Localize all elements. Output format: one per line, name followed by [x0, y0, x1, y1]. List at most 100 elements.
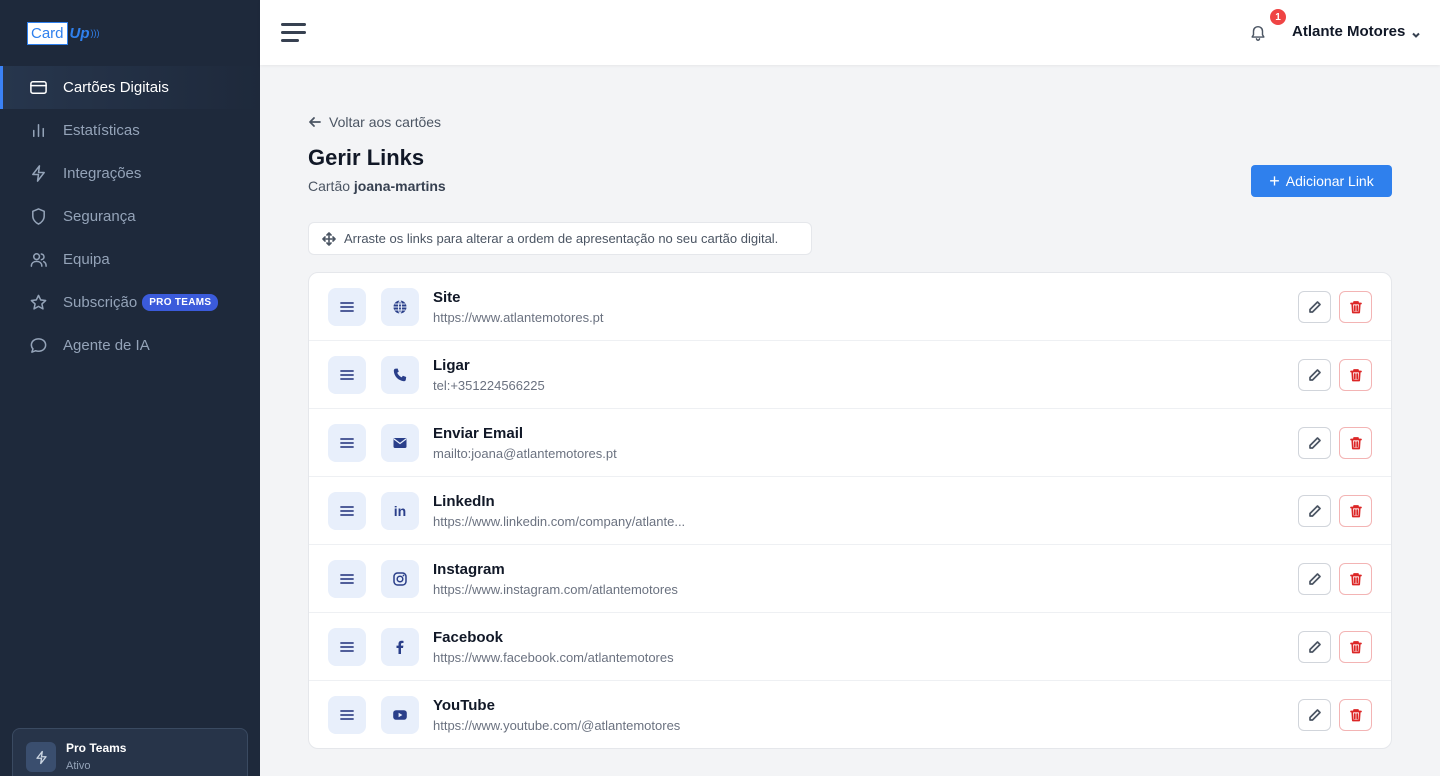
drag-handle-icon[interactable]: [328, 492, 366, 530]
edit-button[interactable]: [1298, 495, 1331, 527]
delete-button[interactable]: [1339, 699, 1372, 731]
logo-up-text: Up: [69, 24, 90, 42]
user-name: Atlante Motores: [1292, 23, 1406, 40]
sidebar: Card Up ))) Cartões Digitais Estatística…: [0, 0, 260, 776]
sidebar-item-label: Estatísticas: [63, 122, 140, 139]
user-menu[interactable]: Atlante Motores: [1292, 23, 1421, 40]
links-list: Site https://www.atlantemotores.pt Ligar…: [308, 272, 1392, 749]
sidebar-item-label: Subscrição: [63, 294, 138, 311]
link-title: YouTube: [433, 697, 495, 714]
pencil-icon: [1308, 573, 1321, 585]
facebook-icon: [381, 628, 419, 666]
logo-card-text: Card: [27, 21, 68, 45]
menu-toggle-icon[interactable]: [281, 23, 306, 42]
delete-button[interactable]: [1339, 563, 1372, 595]
drag-handle-icon[interactable]: [328, 696, 366, 734]
link-url: tel:+351224566225: [433, 378, 545, 393]
back-to-cards-link[interactable]: Voltar aos cartões: [308, 114, 441, 130]
sidebar-item-estatisticas[interactable]: Estatísticas: [0, 109, 260, 152]
drag-handle-icon[interactable]: [328, 628, 366, 666]
list-item[interactable]: YouTube https://www.youtube.com/@atlante…: [309, 681, 1391, 748]
list-item[interactable]: Facebook https://www.facebook.com/atlant…: [309, 613, 1391, 681]
drag-handle-icon[interactable]: [328, 560, 366, 598]
link-url: mailto:joana@atlantemotores.pt: [433, 446, 617, 461]
sidebar-item-equipa[interactable]: Equipa: [0, 238, 260, 281]
list-item[interactable]: Site https://www.atlantemotores.pt: [309, 273, 1391, 341]
plan-card[interactable]: Pro Teams Ativo: [12, 728, 248, 776]
card-slug: joana-martins: [353, 178, 446, 194]
edit-button[interactable]: [1298, 291, 1331, 323]
sidebar-item-label: Cartões Digitais: [63, 79, 169, 96]
page-subtitle: Cartão joana-martins: [308, 178, 446, 194]
chevron-down-icon: [1411, 27, 1421, 38]
pencil-icon: [1308, 709, 1321, 721]
sidebar-item-subscricao[interactable]: Subscrição PRO TEAMS: [0, 281, 260, 324]
list-item[interactable]: Ligar tel:+351224566225: [309, 341, 1391, 409]
plan-status: Ativo: [66, 760, 91, 772]
link-title: Facebook: [433, 629, 504, 646]
youtube-icon: [381, 696, 419, 734]
add-link-label: Adicionar Link: [1285, 173, 1374, 189]
link-url: https://www.atlantemotores.pt: [433, 310, 604, 325]
delete-button[interactable]: [1339, 495, 1372, 527]
link-title: Ligar: [433, 357, 470, 374]
trash-icon: [1349, 709, 1362, 722]
edit-button[interactable]: [1298, 359, 1331, 391]
list-item[interactable]: Enviar Email mailto:joana@atlantemotores…: [309, 409, 1391, 477]
trash-icon: [1349, 437, 1362, 450]
link-url: https://www.facebook.com/atlantemotores: [433, 650, 674, 665]
lightning-icon: [28, 164, 48, 184]
edit-button[interactable]: [1298, 699, 1331, 731]
card-icon: [28, 78, 48, 98]
chat-icon: [28, 336, 48, 356]
drag-handle-icon[interactable]: [328, 424, 366, 462]
edit-button[interactable]: [1298, 563, 1331, 595]
drag-handle-icon[interactable]: [328, 288, 366, 326]
notification-badge: 1: [1270, 9, 1286, 25]
phone-icon: [381, 356, 419, 394]
sidebar-item-agente-ia[interactable]: Agente de IA: [0, 324, 260, 367]
drag-hint-text: Arraste os links para alterar a ordem de…: [344, 231, 779, 246]
delete-button[interactable]: [1339, 631, 1372, 663]
bar-chart-icon: [28, 121, 48, 141]
subtitle-prefix: Cartão: [308, 178, 351, 194]
sidebar-item-cartoes-digitais[interactable]: Cartões Digitais: [0, 66, 260, 109]
link-title: LinkedIn: [433, 493, 495, 510]
logo-wave-icon: ))): [90, 28, 100, 38]
pencil-icon: [1308, 505, 1321, 517]
pencil-icon: [1308, 641, 1321, 653]
link-url: https://www.linkedin.com/company/atlante…: [433, 514, 686, 529]
delete-button[interactable]: [1339, 291, 1372, 323]
sidebar-item-seguranca[interactable]: Segurança: [0, 195, 260, 238]
add-link-button[interactable]: + Adicionar Link: [1251, 165, 1392, 197]
trash-icon: [1349, 641, 1362, 654]
delete-button[interactable]: [1339, 427, 1372, 459]
drag-hint: Arraste os links para alterar a ordem de…: [308, 222, 812, 255]
top-header: 1 Atlante Motores: [260, 0, 1440, 65]
move-icon: [322, 231, 336, 246]
trash-icon: [1349, 301, 1362, 314]
cardup-logo[interactable]: Card Up ))): [27, 21, 100, 45]
edit-button[interactable]: [1298, 427, 1331, 459]
link-title: Instagram: [433, 561, 505, 578]
sidebar-item-integracoes[interactable]: Integrações: [0, 152, 260, 195]
shield-icon: [28, 207, 48, 227]
edit-button[interactable]: [1298, 631, 1331, 663]
back-link-label: Voltar aos cartões: [329, 114, 442, 130]
sidebar-item-label: Agente de IA: [63, 337, 150, 354]
delete-button[interactable]: [1339, 359, 1372, 391]
link-url: https://www.instagram.com/atlantemotores: [433, 582, 678, 597]
sidebar-item-label: Integrações: [63, 165, 142, 182]
sidebar-nav: Cartões Digitais Estatísticas Integraçõe…: [0, 66, 260, 367]
pencil-icon: [1308, 437, 1321, 449]
drag-handle-icon[interactable]: [328, 356, 366, 394]
users-icon: [28, 250, 48, 270]
link-title: Site: [433, 289, 461, 306]
arrow-left-icon: [309, 117, 321, 127]
list-item[interactable]: in LinkedIn https://www.linkedin.com/com…: [309, 477, 1391, 545]
page-title: Gerir Links: [308, 145, 425, 170]
list-item[interactable]: Instagram https://www.instagram.com/atla…: [309, 545, 1391, 613]
bell-icon[interactable]: [1249, 24, 1267, 42]
sidebar-item-label: Equipa: [63, 251, 110, 268]
pencil-icon: [1308, 301, 1321, 313]
